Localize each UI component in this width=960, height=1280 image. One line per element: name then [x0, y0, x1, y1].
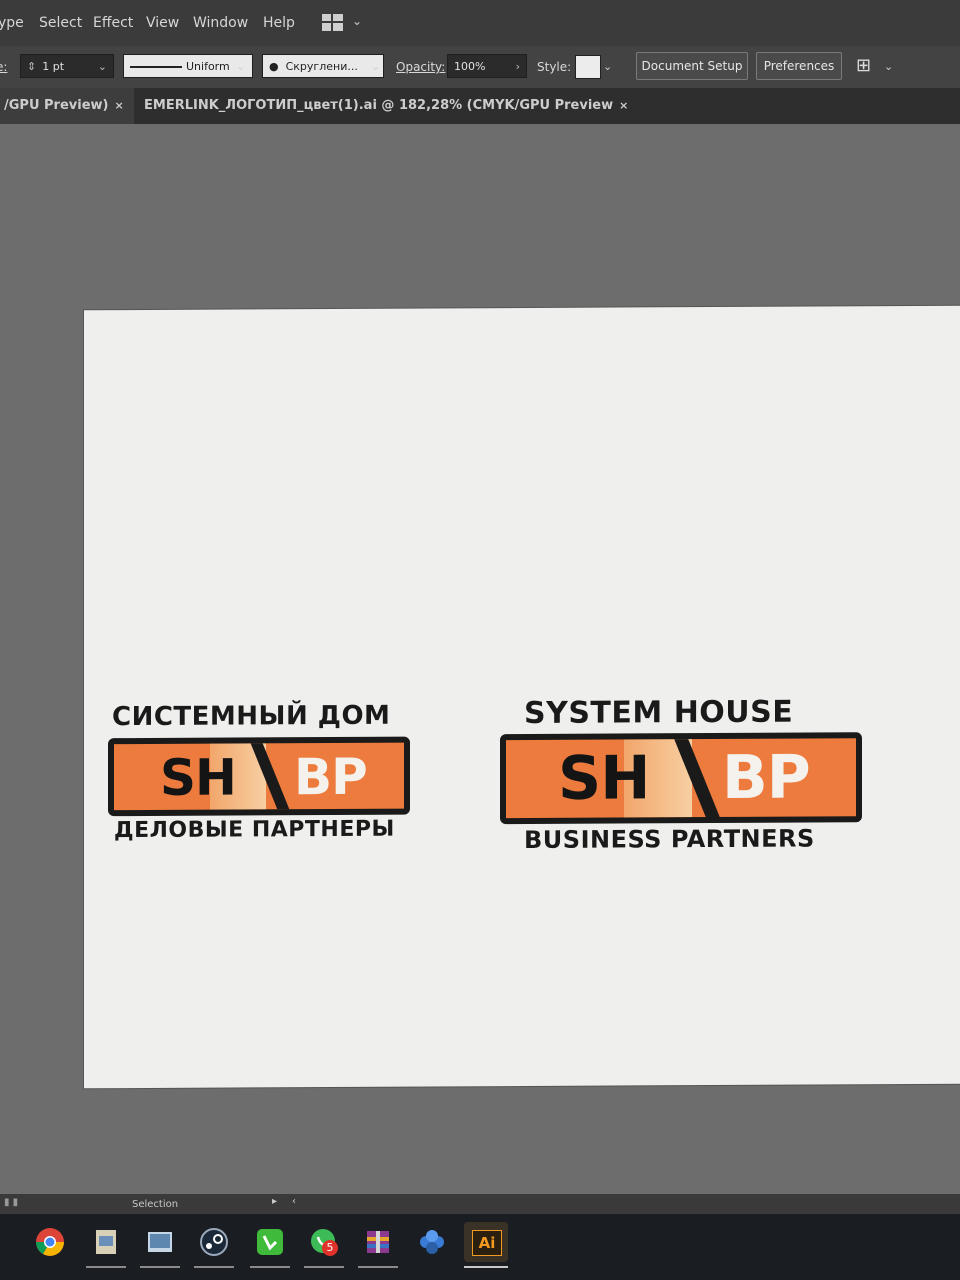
logo-en-subtitle: BUSINESS PARTNERS — [524, 824, 815, 854]
tab-document-2[interactable]: EMERLINK_ЛОГОТИП_цвет(1).ai @ 182,28% (C… — [140, 88, 640, 124]
tab-label: /GPU Preview) — [4, 98, 109, 113]
tab-label: EMERLINK_ЛОГОТИП_цвет(1).ai @ 182,28% (C… — [144, 98, 614, 113]
running-indicator — [464, 1266, 508, 1268]
variable-width-profile[interactable]: Uniform — [123, 54, 253, 78]
chevron-left-icon[interactable]: ‹ — [292, 1196, 296, 1207]
menu-select[interactable]: Select — [39, 15, 82, 31]
stroke-line-icon — [130, 66, 182, 68]
stroke-weight-value: 1 pt — [42, 60, 65, 73]
chevron-down-icon[interactable]: ⌄ — [236, 60, 245, 73]
logo-ru-right: BP — [294, 747, 367, 807]
chrome-icon[interactable] — [30, 1222, 70, 1262]
logo-ru-left: SH — [160, 748, 236, 807]
app-icon[interactable] — [412, 1222, 452, 1262]
brush-dot-icon: ● — [269, 60, 279, 73]
chevron-down-icon[interactable]: ⌄ — [98, 55, 107, 79]
chevron-down-icon[interactable]: ⌄ — [352, 14, 362, 28]
stepper-icon[interactable]: ⇕ — [27, 60, 36, 73]
document-setup-button[interactable]: Document Setup — [636, 52, 748, 80]
windows-taskbar: 5 Ai — [0, 1214, 960, 1280]
menu-type[interactable]: ype — [0, 15, 24, 31]
brush-value: Скруглени... — [285, 60, 358, 73]
close-icon[interactable]: × — [619, 99, 628, 112]
logo-ru-badge: SH BP — [108, 736, 410, 817]
tab-document-1[interactable]: /GPU Preview) × — [0, 88, 134, 124]
menu-window[interactable]: Window — [193, 15, 248, 31]
phone-icon[interactable] — [250, 1222, 290, 1262]
arrange-documents-icon[interactable]: ⊞ — [856, 55, 871, 76]
opacity-label[interactable]: Opacity: — [396, 60, 445, 74]
menu-help[interactable]: Help — [263, 15, 295, 31]
chevron-down-icon[interactable]: ⌄ — [371, 60, 380, 73]
play-icon[interactable]: ▸ — [272, 1196, 277, 1207]
logo-en-right: BP — [722, 742, 810, 813]
running-indicator — [358, 1266, 398, 1268]
image-icon[interactable] — [140, 1222, 180, 1262]
artboard[interactable]: СИСТЕМНЫЙ ДОМ SH BP ДЕЛОВЫЕ ПАРТНЕРЫ SYS… — [84, 305, 960, 1089]
archive-icon[interactable] — [358, 1222, 398, 1262]
running-indicator — [304, 1266, 344, 1268]
opacity-value: 100% — [454, 60, 486, 73]
menu-view[interactable]: View — [146, 15, 179, 31]
profile-value: Uniform — [186, 60, 230, 73]
artboard-nav-icon[interactable]: ▮ ▮ — [4, 1197, 18, 1208]
control-bar: e: ⇕ 1 pt ⌄ Uniform ⌄ ● Скруглени... ⌄ Op… — [0, 46, 960, 88]
running-indicator — [194, 1266, 234, 1268]
illustrator-icon[interactable]: Ai — [464, 1222, 508, 1262]
illustrator-label: Ai — [472, 1230, 502, 1256]
whatsapp-icon[interactable]: 5 — [304, 1222, 344, 1262]
close-icon[interactable]: × — [114, 99, 123, 112]
style-swatch[interactable] — [575, 55, 601, 79]
preferences-button[interactable]: Preferences — [756, 52, 842, 80]
logo-en-title: SYSTEM HOUSE — [524, 694, 794, 731]
opacity-field[interactable]: 100% › — [447, 54, 527, 78]
logo-ru-subtitle: ДЕЛОВЫЕ ПАРТНЕРЫ — [114, 816, 395, 844]
current-tool-label: Selection — [132, 1199, 179, 1210]
running-indicator — [140, 1266, 180, 1268]
style-label: Style: — [537, 60, 572, 74]
chevron-right-icon[interactable]: › — [516, 55, 520, 79]
stroke-label: e: — [0, 60, 8, 74]
steam-icon[interactable] — [194, 1222, 234, 1262]
stroke-weight-field[interactable]: ⇕ 1 pt ⌄ — [20, 54, 114, 78]
menu-bar: ype Select Effect View Window Help ⌄ — [0, 0, 960, 46]
file-icon[interactable] — [86, 1222, 126, 1262]
document-tab-bar: /GPU Preview) × EMERLINK_ЛОГОТИП_цвет(1).… — [0, 88, 960, 124]
menu-effect[interactable]: Effect — [93, 15, 133, 31]
logo-en-left: SH — [558, 743, 650, 814]
status-bar: ▮ ▮ Selection ▸ ‹ — [0, 1194, 960, 1214]
logo-en-badge: SH BP — [500, 732, 862, 825]
notification-badge: 5 — [322, 1240, 338, 1256]
chevron-down-icon[interactable]: ⌄ — [884, 60, 893, 73]
brush-definition[interactable]: ● Скруглени... — [262, 54, 384, 78]
chevron-down-icon[interactable]: ⌄ — [603, 60, 612, 73]
running-indicator — [250, 1266, 290, 1268]
logo-ru-title: СИСТЕМНЫЙ ДОМ — [112, 700, 391, 733]
running-indicator — [86, 1266, 126, 1268]
workspace-switcher-icon[interactable] — [322, 14, 344, 32]
